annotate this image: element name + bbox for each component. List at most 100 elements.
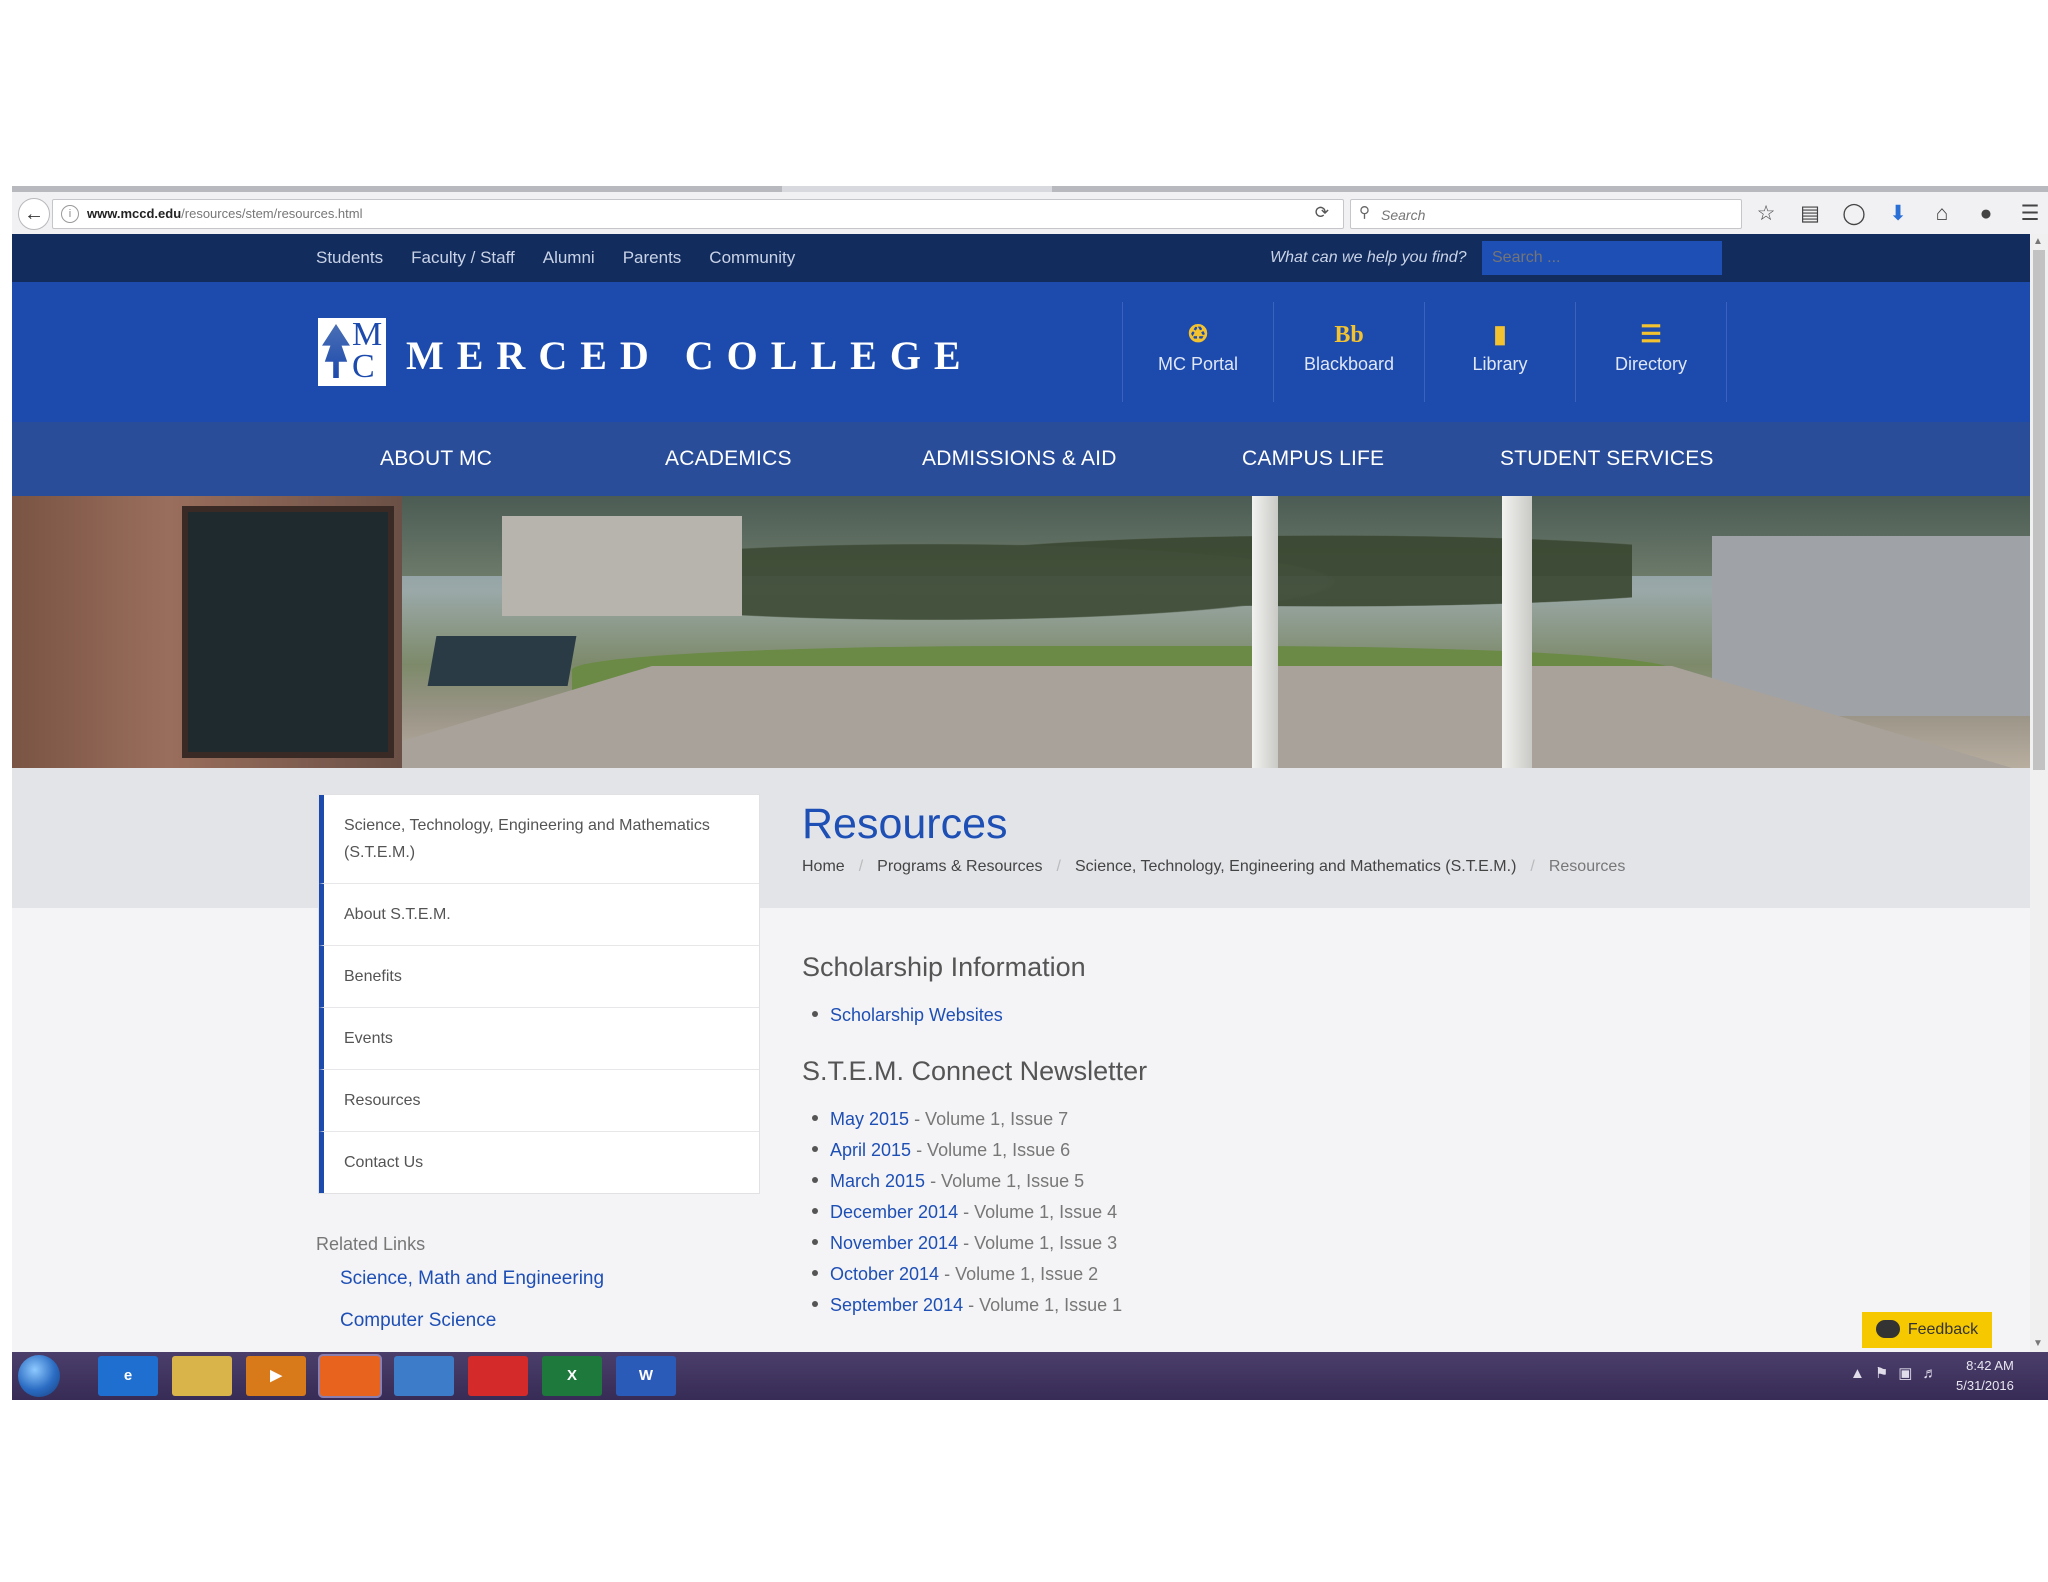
system-tray[interactable]: ▲⚑▣♬ — [1850, 1364, 1947, 1382]
main-navigation: ABOUT MC ACADEMICS ADMISSIONS & AID CAMP… — [12, 422, 2030, 496]
scholarship-list: Scholarship Websites — [812, 1000, 1003, 1031]
scroll-down-icon[interactable]: ▼ — [2033, 1338, 2043, 1349]
related-link[interactable]: Computer Science — [340, 1310, 496, 1332]
audience-link-parents[interactable]: Parents — [623, 234, 682, 282]
quick-link-blackboard[interactable]: Bb Blackboard — [1274, 302, 1425, 402]
hero-building — [12, 496, 402, 768]
word-icon[interactable]: W — [616, 1356, 676, 1396]
sidebar-item-stem[interactable]: Science, Technology, Engineering and Mat… — [319, 795, 759, 884]
newsletter-link[interactable]: October 2014 — [830, 1264, 939, 1284]
chat-icon[interactable]: ● — [1972, 200, 2000, 228]
breadcrumb-stem[interactable]: Science, Technology, Engineering and Mat… — [1075, 858, 1516, 875]
newsletter-link[interactable]: November 2014 — [830, 1233, 958, 1253]
campus-hero-image — [12, 496, 2030, 768]
pocket-icon[interactable]: ◯ — [1840, 200, 1868, 228]
quick-link-directory[interactable]: ☰ Directory — [1576, 302, 1727, 402]
related-link[interactable]: Science, Math and Engineering — [340, 1268, 604, 1290]
list-item: September 2014 - Volume 1, Issue 1 — [812, 1290, 1122, 1321]
sidebar-item-benefits[interactable]: Benefits — [319, 946, 759, 1008]
breadcrumb-current: Resources — [1548, 858, 1626, 875]
download-icon[interactable]: ⬇ — [1884, 200, 1912, 228]
newsletter-issue: - Volume 1, Issue 6 — [911, 1140, 1071, 1160]
browser-search-input[interactable] — [1379, 204, 1723, 226]
excel-icon[interactable]: X — [542, 1356, 602, 1396]
audience-link-community[interactable]: Community — [709, 234, 795, 282]
back-arrow-icon[interactable]: ← — [18, 198, 50, 230]
newsletter-link[interactable]: May 2015 — [830, 1109, 909, 1129]
newsletter-link[interactable]: September 2014 — [830, 1295, 963, 1315]
list-item: Scholarship Websites — [812, 1000, 1003, 1031]
breadcrumb-home[interactable]: Home — [802, 858, 845, 875]
nav-campus-life[interactable]: CAMPUS LIFE — [1242, 422, 1384, 496]
audience-link-students[interactable]: Students — [316, 234, 383, 282]
url-text: www.mccd.edu/resources/stem/resources.ht… — [87, 206, 363, 221]
hero-birch-tree — [1252, 496, 1278, 768]
quick-link-mc-portal[interactable]: ♼ MC Portal — [1123, 302, 1274, 402]
list-icon: ☰ — [1640, 321, 1662, 348]
newsletter-issue: - Volume 1, Issue 3 — [958, 1233, 1118, 1253]
scrollbar-thumb[interactable] — [2033, 250, 2045, 770]
sidebar-item-about-stem[interactable]: About S.T.E.M. — [319, 884, 759, 946]
browser-search-box[interactable]: ⚲ — [1350, 199, 1742, 229]
newsletter-list: May 2015 - Volume 1, Issue 7 April 2015 … — [812, 1104, 1122, 1321]
bookmark-star-icon[interactable]: ☆ — [1752, 200, 1780, 228]
info-icon[interactable]: i — [61, 205, 79, 223]
newsletter-issue: - Volume 1, Issue 4 — [958, 1202, 1118, 1222]
sidebar-item-resources[interactable]: Resources — [319, 1070, 759, 1132]
quick-link-label: Directory — [1614, 354, 1687, 374]
college-logo[interactable]: M C — [318, 316, 386, 386]
home-icon[interactable]: ⌂ — [1928, 200, 1956, 228]
scholarship-heading: Scholarship Information — [802, 952, 1086, 982]
camera-icon — [1875, 1319, 1900, 1338]
page-scrollbar[interactable]: ▲ ▼ — [2030, 234, 2048, 1352]
quick-link-label: Library — [1472, 354, 1528, 374]
hero-birch-tree — [1502, 496, 1532, 768]
reading-list-icon[interactable]: ▤ — [1796, 200, 1824, 228]
firefox-icon[interactable] — [320, 1356, 380, 1396]
nav-about-mc[interactable]: ABOUT MC — [380, 422, 492, 496]
address-bar[interactable]: i www.mccd.edu/resources/stem/resources.… — [52, 199, 1344, 229]
bullet — [812, 1270, 818, 1277]
scroll-up-icon[interactable]: ▲ — [2033, 236, 2043, 247]
utility-bar: Students Faculty / Staff Alumni Parents … — [12, 234, 2030, 282]
quick-link-library[interactable]: ▮ Library — [1425, 302, 1576, 402]
newsletter-link[interactable]: April 2015 — [830, 1140, 911, 1160]
bullet — [812, 1301, 818, 1308]
nav-student-services[interactable]: STUDENT SERVICES — [1500, 422, 1714, 496]
start-button[interactable] — [18, 1355, 60, 1397]
list-item: October 2014 - Volume 1, Issue 2 — [812, 1259, 1122, 1290]
college-name[interactable]: MERCED COLLEGE — [406, 332, 974, 379]
nav-academics[interactable]: ACADEMICS — [665, 422, 792, 496]
ie-icon[interactable]: e — [98, 1356, 158, 1396]
menu-icon[interactable]: ☰ — [2016, 200, 2044, 228]
folder-icon[interactable] — [172, 1356, 232, 1396]
hero-trees — [632, 516, 1632, 626]
newsletter-issue: - Volume 1, Issue 1 — [963, 1295, 1123, 1315]
bullet — [812, 1239, 818, 1246]
breadcrumb-programs[interactable]: Programs & Resources — [877, 858, 1042, 875]
taskbar-clock[interactable]: 8:42 AM 5/31/2016 — [1956, 1356, 2014, 1396]
audience-link-faculty-staff[interactable]: Faculty / Staff — [411, 234, 515, 282]
audience-links: Students Faculty / Staff Alumni Parents … — [316, 234, 795, 282]
network-app-icon[interactable] — [394, 1356, 454, 1396]
blackboard-icon: Bb — [1334, 322, 1364, 348]
feedback-button[interactable]: Feedback — [1862, 1312, 1992, 1348]
bank-icon: ♼ — [1187, 321, 1209, 348]
pdf-icon[interactable] — [468, 1356, 528, 1396]
reload-icon[interactable]: ⟳ — [1315, 203, 1329, 223]
newsletter-link[interactable]: March 2015 — [830, 1171, 925, 1191]
brand-header: M C MERCED COLLEGE ♼ MC Portal Bb Blackb… — [12, 282, 2030, 422]
feedback-label: Feedback — [1907, 1321, 1979, 1338]
breadcrumb-separator: / — [1530, 858, 1535, 875]
media-player-icon[interactable]: ▶ — [246, 1356, 306, 1396]
newsletter-heading: S.T.E.M. Connect Newsletter — [802, 1056, 1148, 1086]
site-search-input[interactable] — [1482, 241, 1722, 275]
sidebar-item-contact-us[interactable]: Contact Us — [319, 1132, 759, 1193]
nav-admissions-aid[interactable]: ADMISSIONS & AID — [922, 422, 1117, 496]
audience-link-alumni[interactable]: Alumni — [543, 234, 595, 282]
scholarship-websites-link[interactable]: Scholarship Websites — [830, 1005, 1003, 1025]
sidebar-item-events[interactable]: Events — [319, 1008, 759, 1070]
section-sidebar: Science, Technology, Engineering and Mat… — [318, 794, 760, 1194]
newsletter-link[interactable]: December 2014 — [830, 1202, 958, 1222]
newsletter-issue: - Volume 1, Issue 7 — [909, 1109, 1069, 1129]
